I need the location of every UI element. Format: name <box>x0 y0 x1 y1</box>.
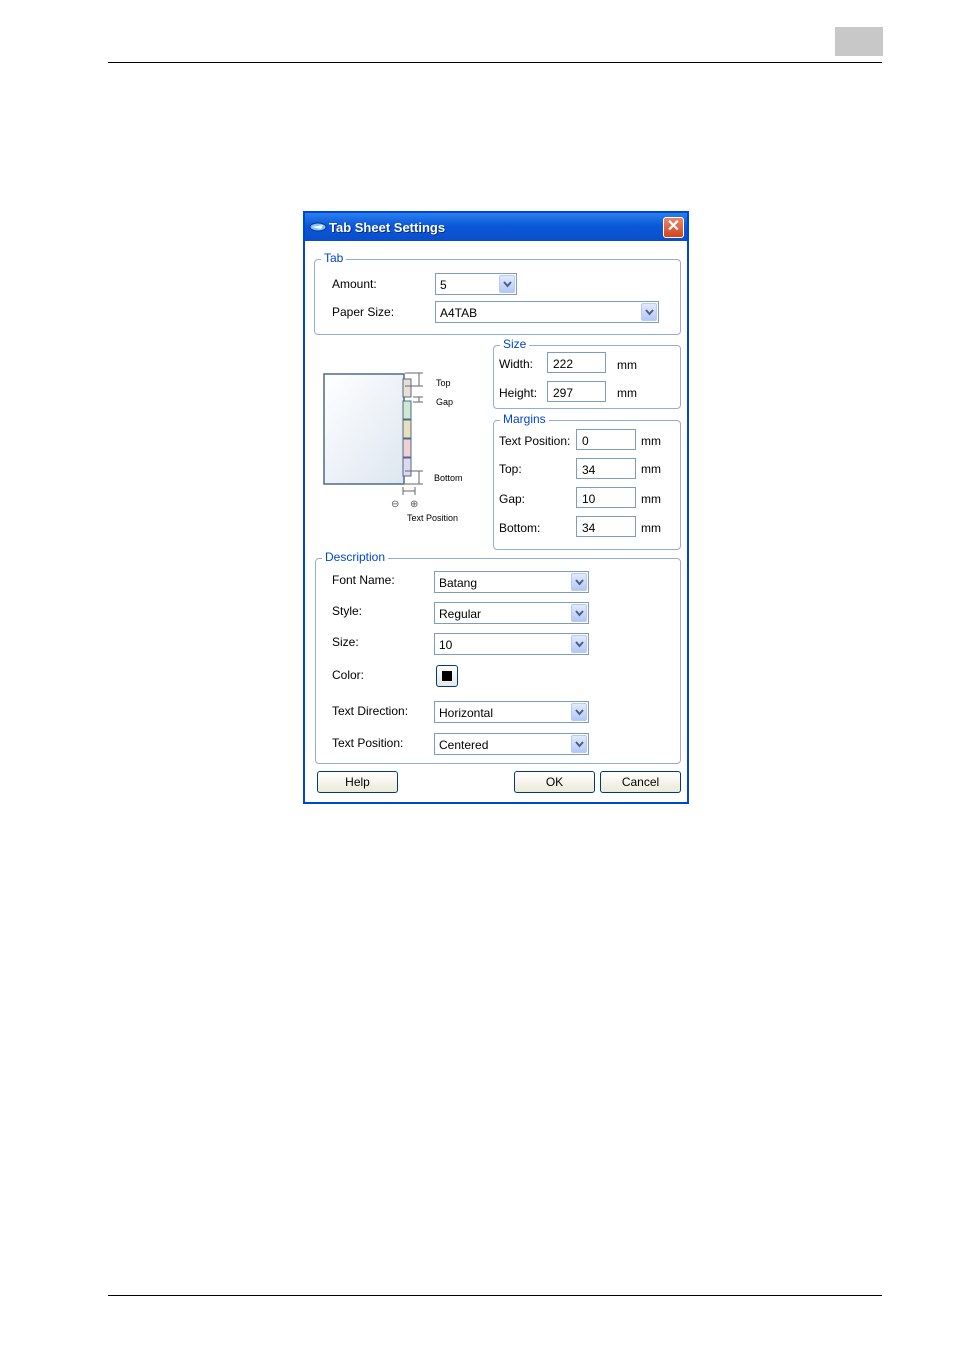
paper-size-label: Paper Size: <box>332 305 395 319</box>
diagram-bottom-label: Bottom <box>434 473 463 483</box>
top-margin-input[interactable] <box>576 458 636 479</box>
gap-margin-label: Gap: <box>499 492 526 506</box>
page-header-rule <box>108 62 882 63</box>
tab-sheet-diagram: Top Gap Bottom ⊖ ⊕ Text Position <box>323 372 463 523</box>
description-group: Description Font Name: Batang Style: Reg… <box>315 550 681 764</box>
bottom-margin-label: Bottom: <box>499 521 541 535</box>
margins-group-legend: Margins <box>500 412 549 426</box>
text-position-marker <box>402 487 416 495</box>
height-input[interactable] <box>547 381 606 402</box>
gap-margin-unit: mm <box>641 492 661 506</box>
font-name-select[interactable]: Batang <box>434 571 589 593</box>
paper-size-select[interactable]: A4TAB <box>435 301 659 323</box>
tab-group: Tab Amount: 5 Paper Size: A4TAB <box>314 251 681 335</box>
chevron-down-icon[interactable] <box>499 275 515 293</box>
style-value: Regular <box>439 607 482 621</box>
text-direction-value: Horizontal <box>439 706 494 720</box>
dialog-title: Tab Sheet Settings <box>329 220 446 235</box>
ok-button[interactable]: OK <box>514 771 595 793</box>
bottom-margin-input[interactable] <box>576 516 636 537</box>
description-group-legend: Description <box>322 550 389 564</box>
chevron-down-icon[interactable] <box>641 303 657 321</box>
chevron-down-icon[interactable] <box>571 573 587 591</box>
tab-shape-1 <box>402 378 412 398</box>
close-icon: ✕ <box>666 218 681 235</box>
plus-icon: ⊕ <box>410 499 418 510</box>
chevron-down-icon[interactable] <box>571 703 587 721</box>
height-unit: mm <box>617 386 637 400</box>
text-direction-select[interactable]: Horizontal <box>434 701 589 723</box>
help-button[interactable]: Help <box>317 771 398 793</box>
page-footer-rule <box>108 1295 882 1296</box>
font-name-label: Font Name: <box>332 573 395 587</box>
size-group: Size Width: mm Height: mm <box>493 337 681 409</box>
size-label: Size: <box>332 635 359 649</box>
paper-size-value: A4TAB <box>440 306 478 320</box>
width-unit: mm <box>617 358 637 372</box>
color-label: Color: <box>332 668 365 682</box>
cancel-button[interactable]: Cancel <box>600 771 681 793</box>
chevron-down-icon[interactable] <box>571 735 587 753</box>
sheet-shape <box>323 373 405 485</box>
bottom-margin-unit: mm <box>641 521 661 535</box>
font-name-value: Batang <box>439 576 478 590</box>
text-position-margin-label: Text Position: <box>499 434 571 448</box>
close-button[interactable]: ✕ <box>663 217 684 238</box>
color-swatch <box>442 671 452 681</box>
text-position-label: Text Position: <box>332 736 404 750</box>
margins-group: Margins Text Position: mm Top: mm Gap: m… <box>493 412 681 550</box>
text-position-margin-unit: mm <box>641 434 661 448</box>
text-position-select[interactable]: Centered <box>434 733 589 755</box>
tab-sheet-settings-dialog: Tab Sheet Settings ✕ Tab Amount: 5 Paper… <box>303 211 689 804</box>
tab-group-legend: Tab <box>321 251 347 265</box>
diagram-gap-label: Gap <box>436 397 453 407</box>
dialog-body: Tab Amount: 5 Paper Size: A4TAB Top Gap … <box>305 241 687 802</box>
top-margin-label: Top: <box>499 462 522 476</box>
gap-margin-input[interactable] <box>576 487 636 508</box>
chevron-down-icon[interactable] <box>571 604 587 622</box>
text-position-margin-input[interactable] <box>576 429 636 450</box>
amount-select[interactable]: 5 <box>435 273 517 295</box>
text-direction-label: Text Direction: <box>332 704 409 718</box>
color-picker-button[interactable] <box>436 665 458 687</box>
top-margin-unit: mm <box>641 462 661 476</box>
width-input[interactable] <box>547 352 606 373</box>
size-value: 10 <box>439 638 453 652</box>
width-label: Width: <box>499 357 534 371</box>
amount-label: Amount: <box>332 277 377 291</box>
diagram-top-label: Top <box>436 378 451 388</box>
chapter-number-box <box>835 27 883 56</box>
height-label: Height: <box>499 386 538 400</box>
chevron-down-icon[interactable] <box>571 635 587 653</box>
tab-shape-3 <box>402 419 412 439</box>
size-group-legend: Size <box>500 337 530 351</box>
minus-icon: ⊖ <box>391 499 399 510</box>
size-select[interactable]: 10 <box>434 633 589 655</box>
dialog-titlebar[interactable]: Tab Sheet Settings ✕ <box>305 213 687 241</box>
tab-shape-5 <box>402 457 412 477</box>
tab-shape-4 <box>402 438 412 458</box>
gap-marker <box>413 396 423 403</box>
diagram-text-position-label: Text Position <box>407 513 458 523</box>
text-position-value: Centered <box>439 738 489 752</box>
style-select[interactable]: Regular <box>434 602 589 624</box>
app-icon <box>309 222 327 232</box>
tab-shape-2 <box>402 400 412 420</box>
amount-value: 5 <box>440 278 447 292</box>
style-label: Style: <box>332 604 363 618</box>
